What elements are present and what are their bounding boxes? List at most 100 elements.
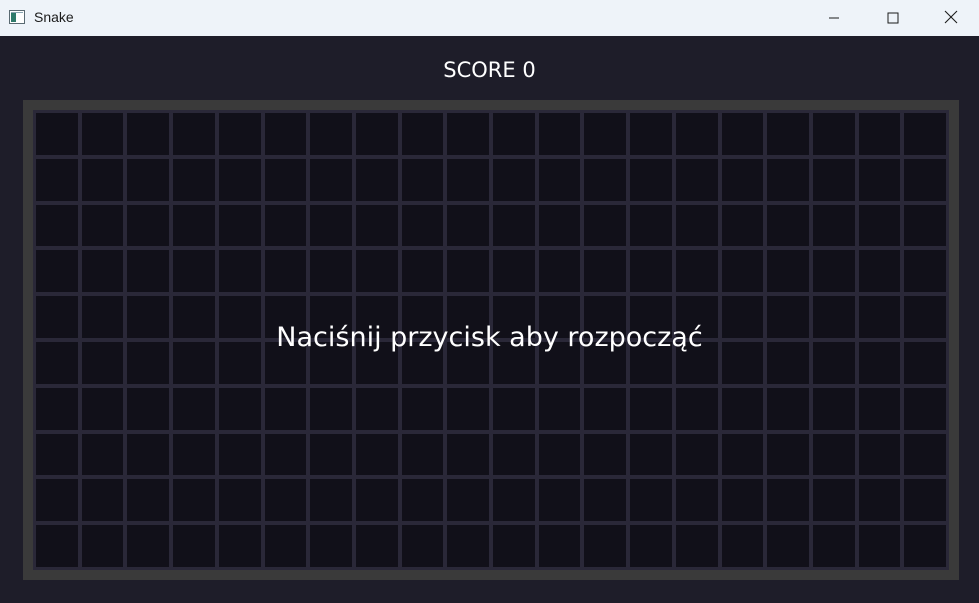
board-cell: [264, 433, 307, 476]
board-cell: [584, 204, 627, 247]
board-cell: [310, 433, 352, 476]
board-cell: [630, 113, 672, 155]
board-cell: [310, 525, 352, 567]
board-cell: [904, 525, 946, 567]
board-cell: [81, 204, 124, 247]
board-cell: [721, 296, 764, 338]
board-cell: [721, 433, 764, 476]
board-cell: [812, 341, 855, 384]
board-cell: [538, 525, 581, 567]
maximize-icon: [887, 9, 899, 28]
board-cell: [675, 479, 718, 522]
board-cell: [447, 479, 489, 522]
board-cell: [36, 479, 78, 522]
board-cell: [81, 525, 124, 567]
board-cell: [36, 387, 78, 430]
board-cell: [675, 158, 718, 201]
board-cell: [904, 341, 946, 384]
board-cell: [36, 296, 78, 338]
board-cell: [493, 525, 535, 567]
board-cell: [173, 296, 215, 338]
board-cell: [904, 204, 946, 247]
board-cell: [401, 525, 444, 567]
board-cell: [538, 204, 581, 247]
board-cell: [584, 113, 627, 155]
board-cell: [447, 158, 489, 201]
minimize-button[interactable]: [805, 0, 863, 36]
board-cell: [218, 341, 261, 384]
board-cell: [127, 433, 170, 476]
board-frame: [23, 100, 959, 580]
board-cell: [721, 341, 764, 384]
board-cell: [812, 433, 855, 476]
board-cell: [538, 113, 581, 155]
board-cell: [630, 479, 672, 522]
board-cell: [447, 525, 489, 567]
title-bar[interactable]: Snake: [0, 0, 979, 36]
board-cell: [127, 204, 170, 247]
close-button[interactable]: [922, 0, 979, 36]
board-cell: [767, 296, 809, 338]
board-cell: [447, 341, 489, 384]
board-cell: [310, 158, 352, 201]
board-cell: [675, 341, 718, 384]
board-cell: [264, 250, 307, 293]
board-cell: [218, 433, 261, 476]
board-cell: [355, 158, 398, 201]
board-cell: [173, 113, 215, 155]
board-cell: [630, 250, 672, 293]
board-cell: [538, 387, 581, 430]
board-cell: [767, 433, 809, 476]
board-cell: [127, 387, 170, 430]
board-cell: [173, 479, 215, 522]
board-cell: [310, 113, 352, 155]
maximize-button[interactable]: [864, 0, 922, 36]
board-cell: [721, 158, 764, 201]
board-cell: [812, 204, 855, 247]
board-cell: [721, 204, 764, 247]
board-cell: [904, 250, 946, 293]
board-cell: [767, 479, 809, 522]
board-cell: [36, 158, 78, 201]
board-cell: [310, 296, 352, 338]
board-cell: [264, 525, 307, 567]
board-cell: [401, 204, 444, 247]
board-cell: [447, 433, 489, 476]
board-cell: [310, 204, 352, 247]
board-cell: [264, 296, 307, 338]
board-cell: [812, 479, 855, 522]
board-cell: [218, 387, 261, 430]
board-cell: [127, 158, 170, 201]
board-cell: [264, 113, 307, 155]
board-cell: [447, 113, 489, 155]
board-cell: [493, 158, 535, 201]
board-cell: [218, 479, 261, 522]
board-cell: [721, 387, 764, 430]
board-cell: [310, 479, 352, 522]
board-cell: [858, 250, 901, 293]
board-cell: [36, 341, 78, 384]
board-cell: [173, 341, 215, 384]
board-cell: [218, 250, 261, 293]
board-cell: [36, 113, 78, 155]
board-cell: [264, 341, 307, 384]
board-cell: [81, 479, 124, 522]
board-cell: [584, 479, 627, 522]
minimize-icon: [828, 9, 840, 28]
board-cell: [858, 387, 901, 430]
board-cell: [675, 250, 718, 293]
board-cell: [81, 433, 124, 476]
board-cell: [538, 250, 581, 293]
board-cell: [355, 525, 398, 567]
game-board[interactable]: [33, 110, 949, 570]
board-cell: [493, 479, 535, 522]
score-display: SCORE 0: [443, 58, 536, 82]
board-cell: [675, 113, 718, 155]
board-cell: [538, 296, 581, 338]
board-cell: [401, 158, 444, 201]
board-cell: [173, 433, 215, 476]
board-cell: [264, 479, 307, 522]
board-cell: [675, 296, 718, 338]
board-cell: [904, 433, 946, 476]
board-cell: [173, 525, 215, 567]
